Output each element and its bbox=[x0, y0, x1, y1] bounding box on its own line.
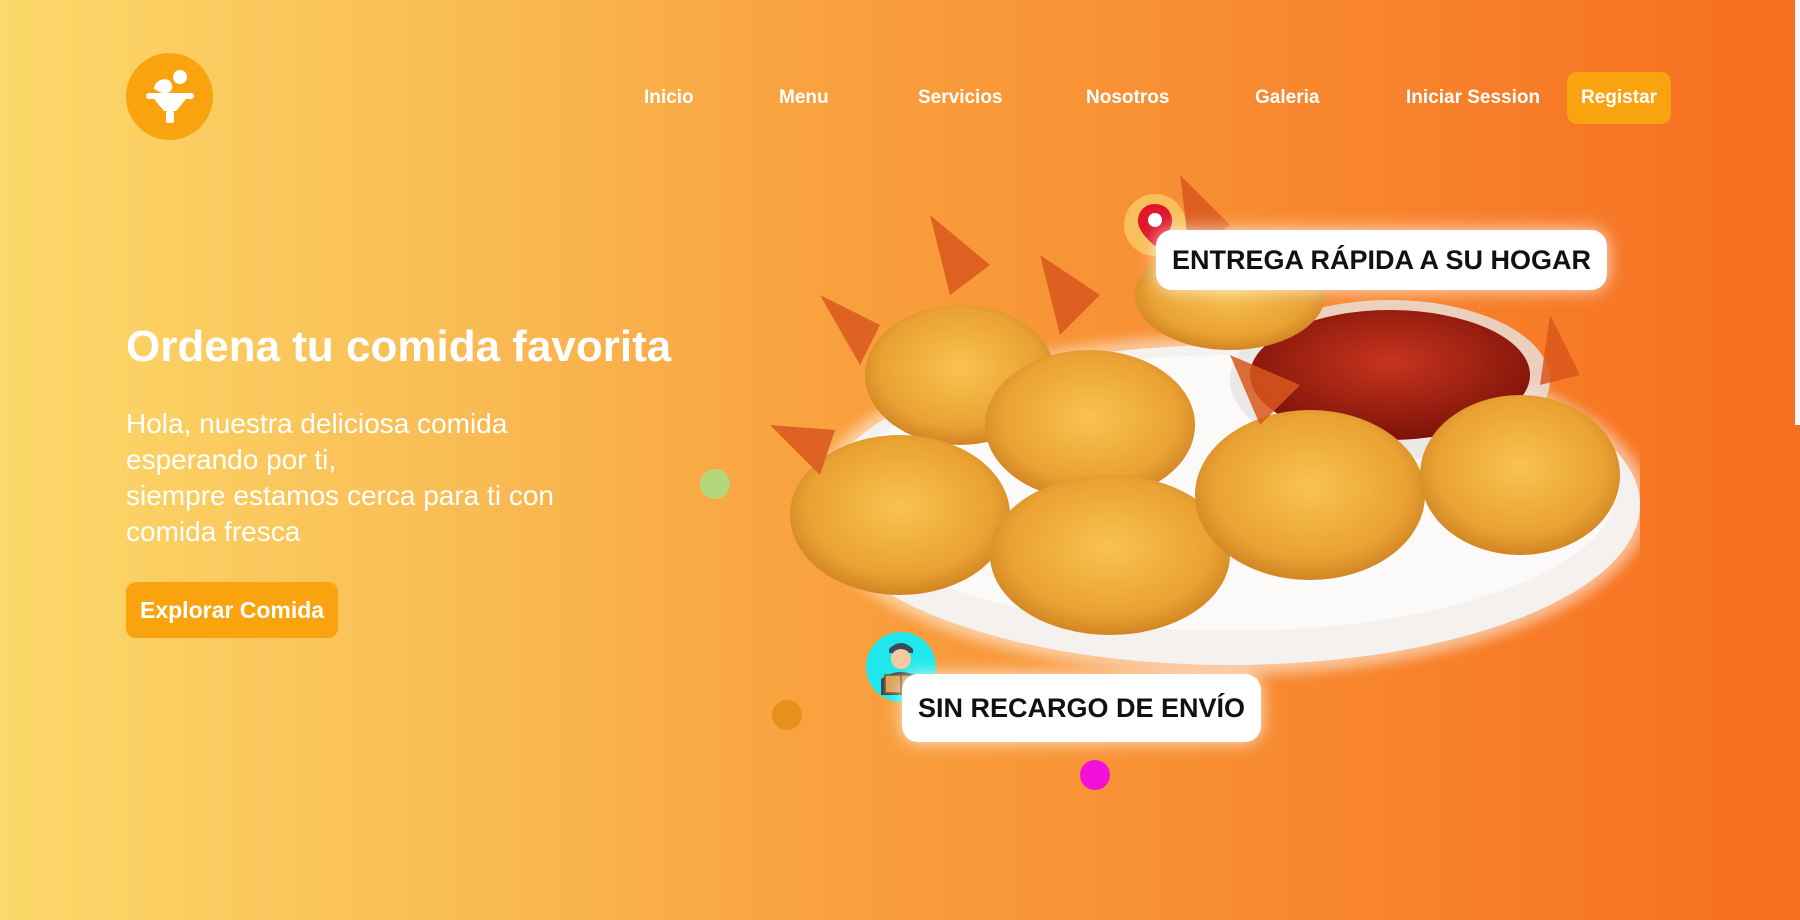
decor-dot-green bbox=[700, 469, 730, 499]
hero-subtitle-line: siempre estamos cerca para ti con bbox=[126, 480, 554, 511]
register-button[interactable]: Registar bbox=[1567, 72, 1672, 124]
nav-item-nosotros[interactable]: Nosotros bbox=[1086, 72, 1169, 124]
hero-title: Ordena tu comida favorita bbox=[126, 322, 672, 371]
nav-item-menu[interactable]: Menu bbox=[779, 72, 829, 124]
nav-item-servicios[interactable]: Servicios bbox=[918, 72, 1003, 124]
nav-item-galeria[interactable]: Galeria bbox=[1255, 72, 1319, 124]
nav-item-inicio[interactable]: Inicio bbox=[644, 72, 694, 124]
scrollbar-thumb[interactable] bbox=[1795, 0, 1800, 425]
decor-dot-magenta bbox=[1080, 760, 1110, 790]
fast-delivery-label: ENTREGA RÁPIDA A SU HOGAR bbox=[1172, 244, 1592, 275]
hero-subtitle-line: esperando por ti, bbox=[126, 444, 337, 475]
nav-item-iniciar-session[interactable]: Iniciar Session bbox=[1406, 72, 1540, 124]
free-shipping-label: SIN RECARGO DE ENVÍO bbox=[918, 692, 1246, 723]
main-nav: Inicio Menu Servicios Nosotros Galeria I… bbox=[0, 72, 1800, 124]
explore-food-button[interactable]: Explorar Comida bbox=[126, 582, 339, 638]
fast-delivery-badge: ENTREGA RÁPIDA A SU HOGAR bbox=[1156, 230, 1608, 290]
hero-subtitle-line: comida fresca bbox=[126, 516, 301, 547]
decor-dot-orange bbox=[772, 700, 802, 730]
free-shipping-badge: SIN RECARGO DE ENVÍO bbox=[902, 674, 1262, 742]
hero-subtitle: Hola, nuestra deliciosa comida esperando… bbox=[126, 406, 646, 550]
hero-subtitle-line: Hola, nuestra deliciosa comida bbox=[126, 408, 508, 439]
